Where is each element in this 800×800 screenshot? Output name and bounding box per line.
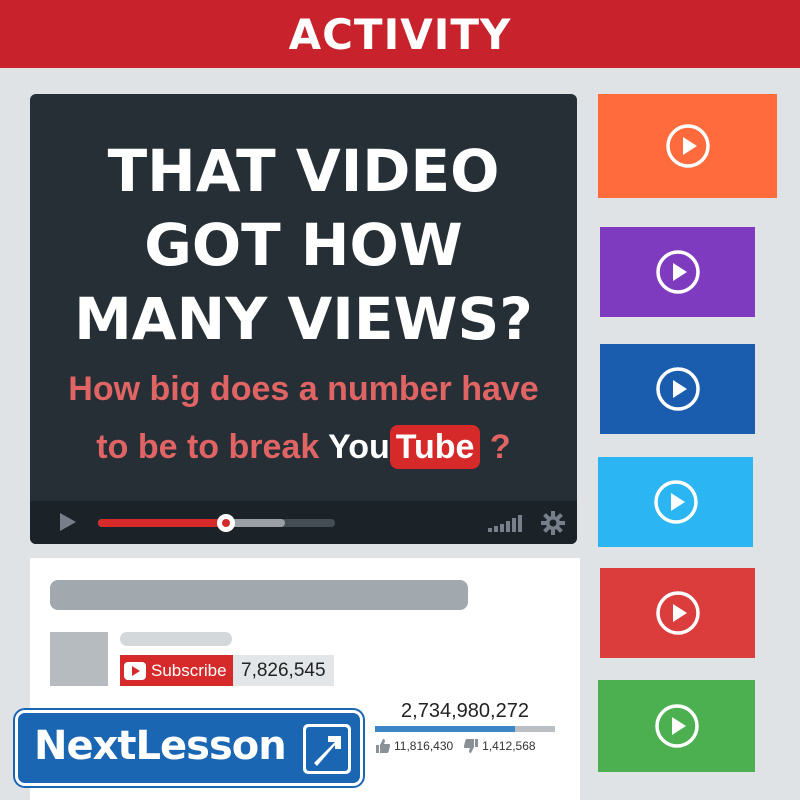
subscribe-label: Subscribe (151, 660, 227, 680)
like-ratio-bar (375, 726, 555, 732)
subheadline-line-2: to be to break You Tube ? (30, 418, 577, 476)
video-headline: THAT VIDEO GOT HOW MANY VIEWS? (30, 134, 577, 356)
progress-bar (98, 519, 226, 527)
subscriber-count: 7,826,545 (233, 655, 334, 686)
arrow-up-right-icon (303, 724, 351, 774)
play-circle-icon (655, 367, 700, 411)
subheadline-suffix: ? (480, 428, 511, 466)
like-count: 11,816,430 (394, 739, 454, 753)
channel-name-placeholder (120, 632, 232, 646)
seek-bar[interactable] (98, 514, 335, 532)
headline-line-3: MANY VIEWS? (74, 285, 533, 353)
like-dislike-row: 11,816,430 1,412,568 (375, 738, 575, 754)
logo-text: NextLesson (34, 723, 287, 769)
play-circle-icon (665, 124, 710, 168)
play-circle-icon (654, 704, 699, 748)
like-ratio-fill (375, 726, 516, 732)
video-subheadline: How big does a number have to be to brea… (30, 360, 577, 476)
headline-line-2: GOT HOW (144, 211, 463, 279)
play-circle-icon (655, 591, 700, 635)
quality-bars-icon[interactable] (488, 514, 528, 532)
play-icon[interactable] (60, 513, 76, 531)
header-title: ACTIVITY (288, 9, 512, 59)
player-controls (30, 501, 577, 544)
thumbs-down-icon[interactable] (463, 738, 479, 754)
sidebar-video-6[interactable] (598, 680, 755, 772)
headline-line-1: THAT VIDEO (107, 137, 500, 205)
video-player[interactable]: THAT VIDEO GOT HOW MANY VIEWS? How big d… (30, 94, 577, 544)
subscribe-button[interactable]: Subscribe (120, 655, 233, 686)
subheadline-prefix: to be to break (96, 428, 329, 466)
video-title-placeholder (50, 580, 468, 610)
youtube-logo-you: You (328, 428, 390, 466)
dislike-count: 1,412,568 (482, 739, 536, 753)
subheadline-line-1: How big does a number have (68, 370, 539, 408)
nextlesson-logo[interactable]: NextLesson (15, 710, 363, 786)
sidebar-video-3[interactable] (600, 344, 755, 434)
sidebar-video-1[interactable] (598, 94, 777, 198)
seek-handle[interactable] (216, 514, 235, 532)
activity-header: ACTIVITY (0, 0, 800, 68)
play-circle-icon (653, 480, 698, 524)
sidebar-video-4[interactable] (598, 457, 753, 547)
thumbs-up-icon[interactable] (375, 738, 391, 754)
youtube-play-icon (124, 661, 146, 680)
sidebar-video-2[interactable] (600, 227, 755, 317)
youtube-logo-tube: Tube (389, 425, 481, 469)
settings-gear-icon[interactable] (541, 511, 565, 535)
view-count: 2,734,980,272 (401, 700, 529, 722)
channel-avatar[interactable] (50, 632, 108, 686)
play-circle-icon (655, 250, 700, 294)
dislike-group: 1,412,568 (463, 738, 536, 754)
sidebar-video-5[interactable] (600, 568, 755, 658)
